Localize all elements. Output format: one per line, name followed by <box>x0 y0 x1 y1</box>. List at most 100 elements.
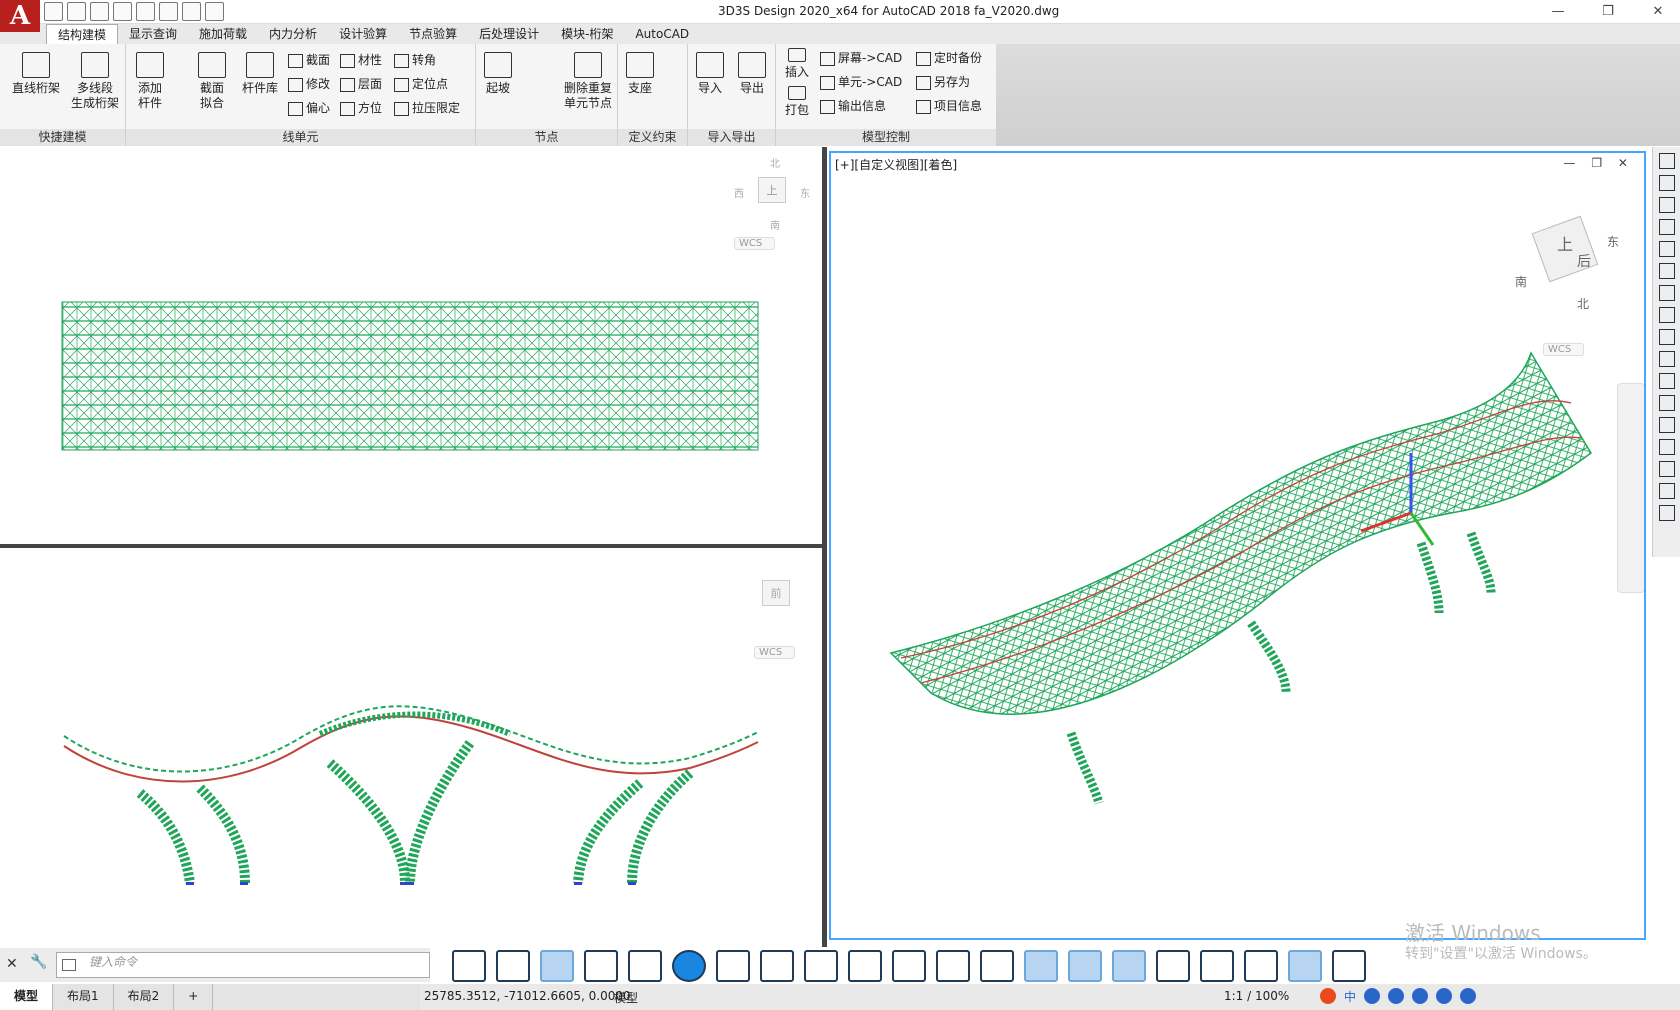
new-file-icon[interactable] <box>44 2 63 21</box>
mic-icon[interactable] <box>1388 988 1405 1004</box>
close-command-icon[interactable]: ✕ <box>6 956 18 972</box>
view-wire-icon[interactable] <box>496 950 530 982</box>
section-fit-button[interactable]: 截面 拟合 <box>192 52 232 111</box>
tab-node-check[interactable]: 节点验算 <box>398 24 468 44</box>
layout-tab-1[interactable]: 布局1 <box>53 984 114 1010</box>
tab-truss-module[interactable]: 模块-桁架 <box>550 24 624 44</box>
open-file-icon[interactable] <box>67 2 86 21</box>
project-info-button[interactable]: 项目信息 <box>916 96 982 116</box>
layer-display-icon[interactable] <box>848 950 882 982</box>
layout-tab-2[interactable]: 布局2 <box>114 984 175 1010</box>
s-plus-icon[interactable] <box>1244 950 1278 982</box>
export-button[interactable]: 导出 <box>734 52 770 96</box>
eccentric-button[interactable]: 偏心 <box>288 98 330 118</box>
grid-icon[interactable] <box>1156 950 1190 982</box>
tab-internal-force[interactable]: 内力分析 <box>258 24 328 44</box>
offset-icon[interactable] <box>1658 219 1675 235</box>
minimize-button[interactable]: — <box>1544 3 1572 21</box>
add-layout-button[interactable]: + <box>174 984 214 1010</box>
layout-tab-model[interactable]: 模型 <box>0 984 54 1010</box>
move-icon[interactable] <box>1658 263 1675 279</box>
s-minus-icon[interactable] <box>1200 950 1234 982</box>
rotate-icon[interactable] <box>1658 285 1675 301</box>
emoji-icon[interactable] <box>1364 988 1381 1004</box>
add-member-button[interactable]: 添加 杆件 <box>130 52 170 111</box>
tab-apply-load[interactable]: 施加荷载 <box>188 24 258 44</box>
save-as-icon[interactable] <box>113 2 132 21</box>
sogou-ime-icon[interactable] <box>1320 988 1336 1004</box>
shirt-icon[interactable] <box>1436 988 1453 1004</box>
orientation-button[interactable]: 方位 <box>340 98 382 118</box>
tab-autocad[interactable]: AutoCAD <box>624 24 700 44</box>
member-library-button[interactable]: 杆件库 <box>236 52 284 96</box>
restore-button[interactable]: ❐ <box>1594 3 1622 21</box>
fillet-icon[interactable] <box>1658 461 1675 477</box>
tab-post-design[interactable]: 后处理设计 <box>468 24 550 44</box>
output-info-button[interactable]: 输出信息 <box>820 96 886 116</box>
close-button[interactable]: ✕ <box>1644 3 1672 21</box>
import-button[interactable]: 导入 <box>692 52 728 96</box>
break-icon[interactable] <box>1658 395 1675 411</box>
pack-button[interactable]: 打包 <box>782 86 812 118</box>
keyboard-icon[interactable] <box>1412 988 1429 1004</box>
section-display-icon[interactable] <box>804 950 838 982</box>
redo-icon[interactable] <box>182 2 201 21</box>
property-icon[interactable] <box>936 950 970 982</box>
customize-qat-icon[interactable] <box>205 2 224 21</box>
view-section-icon[interactable] <box>628 950 662 982</box>
stretch-icon[interactable] <box>1658 329 1675 345</box>
element-to-cad-button[interactable]: 单元->CAD <box>820 72 902 92</box>
annotation-scale[interactable]: 1:1 / 100% <box>1224 989 1289 1003</box>
model-space-button[interactable]: 模型 <box>614 989 638 1006</box>
rotation-button[interactable]: 转角 <box>394 50 436 70</box>
grid-apps-icon[interactable] <box>1460 988 1477 1004</box>
extend-icon[interactable] <box>1658 373 1675 389</box>
support-button[interactable]: 支座 <box>622 52 658 96</box>
blend-icon[interactable] <box>1658 483 1675 499</box>
node-icon[interactable] <box>716 950 750 982</box>
plan-viewport[interactable]: 北 西 东 南 上 WCS <box>0 147 822 544</box>
explode-icon[interactable] <box>1658 505 1675 521</box>
scale-icon[interactable] <box>1658 307 1675 323</box>
array-icon[interactable] <box>1658 241 1675 257</box>
trim-icon[interactable] <box>1658 351 1675 367</box>
tab-structure-modeling[interactable]: 结构建模 <box>46 24 119 44</box>
unlock-icon[interactable] <box>1288 950 1322 982</box>
panel-icon[interactable] <box>1068 950 1102 982</box>
line-truss-button[interactable]: 直线桁架 <box>8 52 64 96</box>
anchor-point-button[interactable]: 定位点 <box>394 74 448 94</box>
sphere-icon[interactable] <box>672 950 706 982</box>
wrench-icon[interactable]: 🔧 <box>30 954 47 970</box>
tab-display-query[interactable]: 显示查询 <box>118 24 188 44</box>
layer-button[interactable]: 层面 <box>340 74 382 94</box>
check-icon[interactable] <box>760 950 794 982</box>
ime-language[interactable]: 中 <box>1344 988 1356 1005</box>
command-input[interactable]: 键入命令 <box>56 952 430 978</box>
copy-icon[interactable] <box>1658 175 1675 191</box>
pencil-icon[interactable] <box>1658 153 1675 169</box>
section-button[interactable]: 截面 <box>288 50 330 70</box>
command-prompt-icon[interactable] <box>62 959 76 971</box>
slope-button[interactable]: 起坡 <box>480 52 516 96</box>
mirror-icon[interactable] <box>1658 197 1675 213</box>
material-button[interactable]: 材性 <box>340 50 382 70</box>
load-display-icon[interactable] <box>892 950 926 982</box>
print-icon[interactable] <box>136 2 155 21</box>
tab-design-check[interactable]: 设计验算 <box>328 24 398 44</box>
polyline-truss-button[interactable]: 多线段 生成桁架 <box>66 52 124 111</box>
app-menu-button[interactable]: A <box>0 0 40 32</box>
settings-gear-icon[interactable] <box>1332 950 1366 982</box>
delete-duplicate-button[interactable]: 删除重复 单元节点 <box>560 52 616 111</box>
view-shaded-icon[interactable] <box>540 950 574 982</box>
frame-icon[interactable] <box>980 950 1014 982</box>
panel-filled-icon[interactable] <box>1112 950 1146 982</box>
front-viewport[interactable]: 前 WCS <box>0 548 822 948</box>
modify-button[interactable]: 修改 <box>288 74 330 94</box>
timed-backup-button[interactable]: 定时备份 <box>916 48 982 68</box>
chamfer-icon[interactable] <box>1658 439 1675 455</box>
view-box-icon[interactable] <box>452 950 486 982</box>
screen-to-cad-button[interactable]: 屏幕->CAD <box>820 48 902 68</box>
save-icon[interactable] <box>90 2 109 21</box>
viewport-splitter-vertical[interactable] <box>822 147 827 947</box>
insert-button[interactable]: 插入 <box>782 48 812 80</box>
